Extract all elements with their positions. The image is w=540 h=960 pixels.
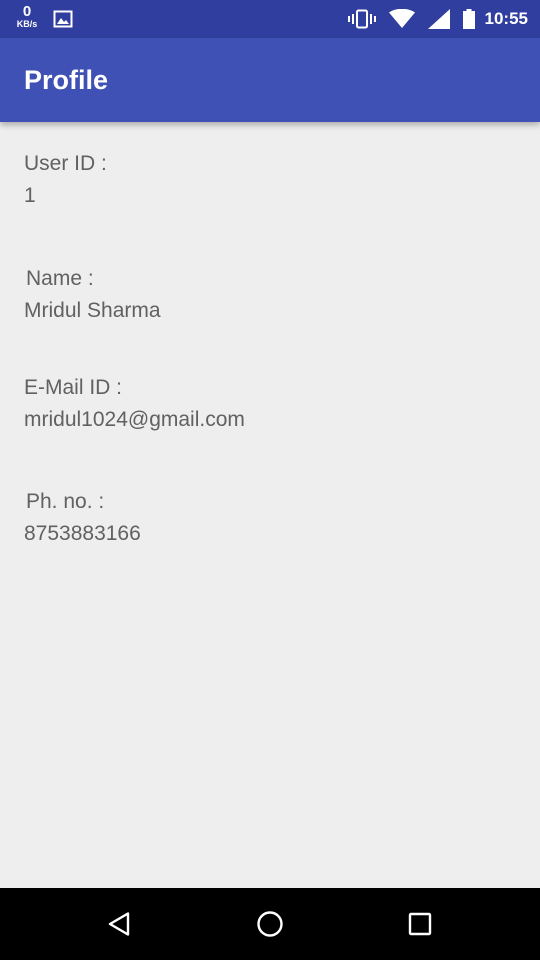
app-bar: Profile [0,38,540,122]
signal-icon [427,9,450,29]
user-id-value: 1 [24,184,36,207]
recents-button[interactable] [396,900,444,948]
back-icon [108,912,130,936]
clock: 10:55 [484,9,528,28]
back-button[interactable] [96,900,144,948]
data-rate-value: 0 [22,3,32,20]
email-value: mridul1024@gmail.com [24,408,245,431]
data-rate-indicator: 0 KB/s [12,4,42,29]
vibrate-icon [347,9,376,29]
profile-details: User ID : 1 Name : Mridul Sharma E-Mail … [0,122,540,888]
image-notification-icon [53,10,73,33]
page-title: Profile [24,65,109,95]
data-rate-unit: KB/s [16,19,38,29]
status-bar: 0 KB/s 10:55 [0,0,540,38]
user-id-label: User ID : [24,152,107,175]
home-icon [257,911,283,937]
email-label: E-Mail ID : [24,376,123,399]
home-button[interactable] [246,900,294,948]
name-value: Mridul Sharma [24,299,161,322]
phone-value: 8753883166 [24,522,141,545]
recents-icon [408,912,432,936]
navigation-bar [0,888,540,960]
name-label: Name : [26,267,94,290]
wifi-icon [388,9,415,29]
battery-icon [462,9,475,29]
phone-label: Ph. no. : [26,490,105,513]
